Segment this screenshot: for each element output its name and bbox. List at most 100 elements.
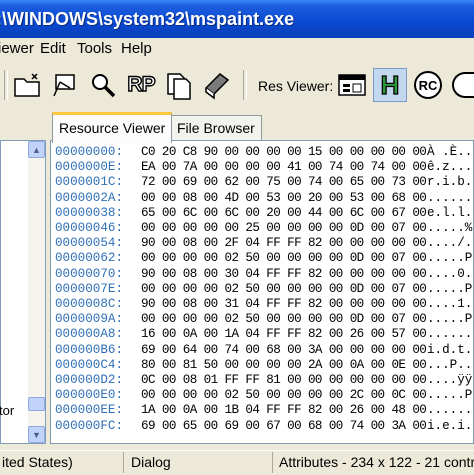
rp-label: RP [127,72,157,96]
scroll-thumb[interactable] [28,397,45,411]
hex-offset: 0000008C: [55,297,124,311]
scroll-down-button[interactable]: ▼ [28,426,45,443]
search-button[interactable] [86,68,120,102]
hex-view[interactable]: 00000000: C0 20 C8 90 00 00 00 00 15 00 0… [50,140,474,444]
hex-offset: 00000054: [55,236,124,251]
status-locale: ited States) [2,454,73,470]
open-folder-icon [14,73,40,97]
search-icon [92,74,116,98]
hex-ascii: i.e.i.g [427,418,473,433]
status-attributes: Attributes - 234 x 122 - 21 contro [279,454,474,470]
hex-offset: 000000C4: [55,357,124,372]
status-separator [123,452,124,473]
hex-bytes: 90 00 08 00 30 04 FF FF 82 00 00 00 00 0… [141,266,427,281]
hex-ascii: .....P. [427,312,473,327]
rp-button[interactable]: RP [124,68,158,102]
tree-scrollbar[interactable]: ▲ ▼ [28,141,45,443]
open-folder-button[interactable] [10,68,44,102]
hex-bytes: 69 00 65 00 69 00 67 00 68 00 74 00 3A 0… [141,418,427,433]
hex-ascii: .....P. [427,251,473,266]
tab-resource-viewer[interactable]: Resource Viewer [52,112,173,143]
resource-tree[interactable]: tor ▲ ▼ [0,140,46,444]
hex-bytes: 72 00 69 00 62 00 75 00 74 00 65 00 73 0… [141,175,427,190]
hex-ascii: ......ÿ [427,327,473,342]
scroll-up-button[interactable]: ▲ [28,141,45,158]
hex-offset: 000000A8: [55,327,124,342]
hex-bytes: 65 00 6C 00 6C 00 20 00 44 00 6C 00 67 0… [141,205,427,220]
hex-offset: 000000D2: [55,373,124,387]
hex-ascii: r.i.b.. [427,175,473,190]
status-separator-2 [272,452,273,473]
book-icon [204,73,230,100]
hex-ascii: e.l.l.. [427,205,473,220]
hex-ascii: .....P. [427,281,473,296]
hex-offset: 00000070: [55,266,124,281]
hex-ascii: .....P. [427,388,473,403]
hex-ascii: i.d.t.h [427,342,473,357]
hex-ascii: ....ÿÿ. [427,373,473,387]
hex-bytes: 00 00 00 00 00 25 00 00 00 00 0D 00 07 0… [141,221,427,235]
rc-label: RC [414,71,442,99]
hex-bytes: 1A 00 0A 00 1B 04 FF FF 82 00 26 00 48 0… [141,403,427,418]
select-resource-icon [53,74,75,97]
hex-bytes: 00 00 08 00 4D 00 53 00 20 00 53 00 68 0… [141,190,427,205]
hex-ascii: ......ÿ [427,403,473,418]
hex-bytes: 00 00 00 00 02 50 00 00 00 00 2C 00 0C 0… [141,388,427,403]
hex-offset: 00000046: [55,221,124,235]
menu-help[interactable]: Help [121,38,152,60]
toolbar-separator-2 [243,70,247,100]
tab-file-browser[interactable]: File Browser [170,115,262,141]
menu-edit[interactable]: Edit [40,38,66,60]
hex-offset: 00000062: [55,251,124,266]
tab-strip: Resource Viewer File Browser [0,110,474,143]
rc-view-button[interactable]: RC [411,68,445,102]
title-bar: :\WINDOWS\system32\mspaint.exe [0,0,474,38]
hex-bytes: 0C 00 08 01 FF FF 81 00 00 00 00 00 00 0… [141,373,427,387]
hex-bytes: 69 00 64 00 74 00 68 00 3A 00 00 00 00 0… [141,342,427,357]
hex-offset: 0000002A: [55,190,124,205]
hex-offset: 00000038: [55,205,124,220]
hex-ascii: ....0.ÿ [427,266,473,281]
hex-ascii: ......M [427,190,473,205]
hex-bytes: 16 00 0A 00 1A 04 FF FF 82 00 26 00 57 0… [141,327,427,342]
status-type: Dialog [131,454,171,470]
hex-bytes: 00 00 00 00 02 50 00 00 00 00 0D 00 07 0… [141,251,427,266]
hex-ascii: ....1.ÿ [427,297,473,311]
hex-offset: 0000007E: [55,281,124,296]
hex-ascii: ê.z.... [427,160,473,175]
res-viewer-label: Res Viewer: [258,78,334,94]
h-label: H [380,69,400,100]
select-resource-button[interactable] [48,68,82,102]
hex-offset: 000000EE: [55,403,124,418]
menu-bar: iewer Edit Tools Help [0,38,474,60]
menu-viewer[interactable]: iewer [0,38,34,60]
copy-button[interactable] [162,68,196,102]
copy-icon [167,73,191,100]
hex-offset: 00000000: [55,145,124,159]
book-button[interactable] [200,68,234,102]
hex-offset: 000000E0: [55,388,124,403]
hex-offset: 0000001C: [55,175,124,190]
hex-bytes: C0 20 C8 90 00 00 00 00 15 00 00 00 00 0… [141,145,427,159]
h-view-button[interactable]: H [373,68,407,102]
hex-offset: 000000FC: [55,418,124,433]
chevron-down-icon: ▼ [32,429,41,440]
hex-ascii: ..../.ÿ [427,236,473,251]
extra-tool-button[interactable] [452,68,474,102]
hex-ascii: À .È.. [427,145,473,159]
tree-item-label: tor [0,403,15,418]
toolbar-separator [4,70,8,100]
toolbar: RP Res Viewer: H RC [0,60,474,111]
hex-bytes: 00 00 00 00 02 50 00 00 00 00 0D 00 07 0… [141,281,427,296]
hex-bytes: 00 00 00 00 02 50 00 00 00 00 0D 00 07 0… [141,312,427,327]
hex-bytes: 90 00 08 00 2F 04 FF FF 82 00 00 00 00 0… [141,236,427,251]
menu-tools[interactable]: Tools [77,38,112,60]
window-title: :\WINDOWS\system32\mspaint.exe [0,9,295,29]
hex-ascii: .....%. [427,221,473,235]
dialog-view-button[interactable] [335,68,369,102]
hex-ascii: ...P.... [427,357,473,372]
hex-offset: 0000000E: [55,160,124,175]
chevron-up-icon: ▲ [32,144,41,155]
status-bar: ited States) Dialog Attributes - 234 x 1… [0,450,474,475]
hex-bytes: 90 00 08 00 31 04 FF FF 82 00 00 00 00 0… [141,297,427,311]
